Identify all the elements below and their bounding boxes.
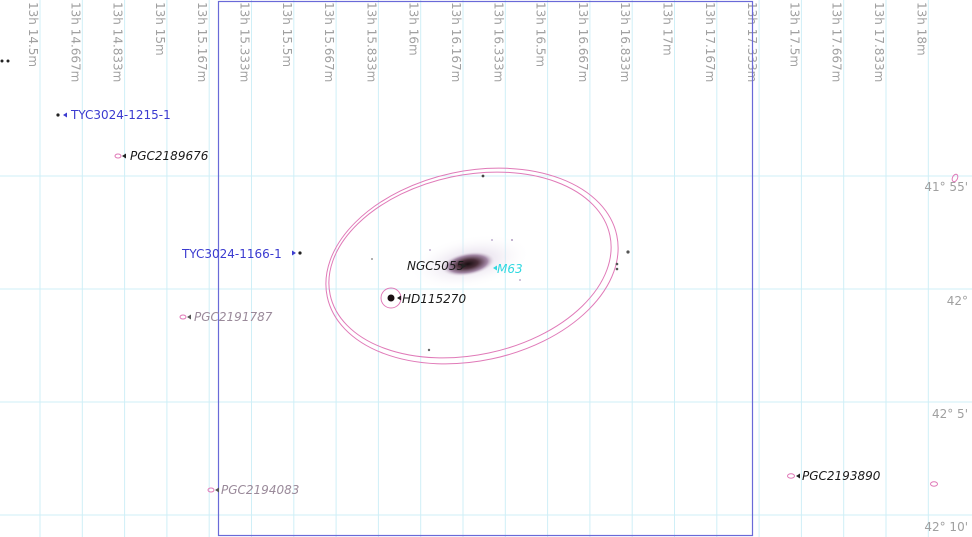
- hd115270-label: HD115270: [402, 292, 466, 306]
- ra-tick-label: 13h 17.5m: [787, 2, 801, 67]
- dec-grid-lines: [0, 175, 972, 516]
- messier-m63[interactable]: M63: [493, 262, 523, 276]
- ra-tick-label: 13h 14.833m: [111, 2, 125, 82]
- tyc3024-1215-1-label: TYC3024-1215-1: [70, 108, 171, 122]
- ra-tick-label: 13h 14.667m: [68, 2, 82, 82]
- ra-tick-label: 13h 15.333m: [238, 2, 252, 82]
- ra-tick-label: 13h 17m: [661, 2, 675, 56]
- dec-tick-label: 42° 5': [932, 407, 968, 421]
- dec-tick-label: 41° 55': [924, 180, 968, 194]
- ra-tick-label: 13h 16m: [407, 2, 421, 56]
- star-tyc3024-1215-1[interactable]: TYC3024-1215-1: [56, 108, 171, 122]
- pgc2193890-label: PGC2193890: [802, 469, 881, 483]
- ra-tick-label: 13h 16.833m: [618, 2, 632, 82]
- ra-tick-label: 13h 16.167m: [449, 2, 463, 82]
- tyc3024-1166-1-label: TYC3024-1166-1: [181, 247, 282, 261]
- ra-tick-label: 13h 15.833m: [364, 2, 378, 82]
- ra-tick-label: 13h 16.5m: [534, 2, 548, 67]
- star-tyc3024-1166-1[interactable]: TYC3024-1166-1: [181, 247, 302, 261]
- star-hd115270[interactable]: HD115270: [380, 287, 466, 309]
- ra-axis-labels: 13h 14.5m 13h 14.667m 13h 14.833m 13h 15m 13…: [26, 2, 928, 82]
- galaxy-pgc2194083[interactable]: PGC2194083: [207, 483, 299, 497]
- ngc5055-label: NGC5055: [407, 259, 464, 273]
- m63-label: M63: [497, 262, 523, 276]
- ra-tick-label: 13h 17.833m: [872, 2, 886, 82]
- ra-tick-label: 13h 16.667m: [576, 2, 590, 82]
- ra-tick-label: 13h 15.5m: [280, 2, 294, 67]
- ra-tick-label: 13h 15.167m: [195, 2, 209, 82]
- unlabeled-galaxy-markers: [930, 173, 959, 487]
- pgc2191787-label: PGC2191787: [194, 310, 273, 324]
- galaxy-pgc2193890[interactable]: PGC2193890: [787, 469, 881, 483]
- ra-tick-label: 13h 14.5m: [26, 2, 40, 67]
- galaxy-ngc5055[interactable]: NGC5055: [407, 259, 466, 273]
- dec-tick-label: 42°: [947, 294, 968, 308]
- field-stars: [0, 59, 630, 352]
- ra-tick-label: 13h 17.667m: [830, 2, 844, 82]
- ra-tick-label: 13h 17.167m: [703, 2, 717, 82]
- ra-tick-label: 13h 18m: [914, 2, 928, 56]
- dec-tick-label: 42° 10': [924, 520, 968, 534]
- galaxy-pgc2189676[interactable]: PGC2189676: [114, 149, 209, 163]
- ra-tick-label: 13h 15.667m: [322, 2, 336, 82]
- galaxy-pgc2191787[interactable]: PGC2191787: [179, 310, 273, 324]
- ra-tick-label: 13h 16.333m: [491, 2, 505, 82]
- ra-tick-label: 13h 15m: [153, 2, 167, 56]
- dec-axis-labels: 41° 55' 42° 42° 5' 42° 10': [924, 180, 968, 534]
- sky-chart[interactable]: 13h 14.5m 13h 14.667m 13h 14.833m 13h 15m 13…: [0, 0, 972, 537]
- pgc2194083-label: PGC2194083: [221, 483, 299, 497]
- pgc2189676-label: PGC2189676: [130, 149, 209, 163]
